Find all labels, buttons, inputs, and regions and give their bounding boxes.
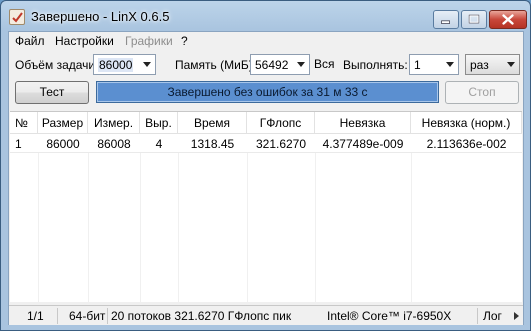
cell-index: 1 <box>15 137 22 151</box>
title-bar[interactable]: Завершено - LinX 0.6.5 <box>1 1 530 31</box>
memory-combo[interactable]: 56492 <box>250 54 310 75</box>
grid-line <box>247 153 248 302</box>
cell-residual: 4.377489e-009 <box>322 137 404 151</box>
cell-size: 86000 <box>46 137 80 151</box>
problem-size-value: 86000 <box>98 58 134 72</box>
close-button[interactable] <box>489 10 527 29</box>
window-title: Завершено - LinX 0.6.5 <box>31 9 170 24</box>
table-row[interactable]: 1 86000 86008 4 1318.45 321.6270 4.37748… <box>10 135 522 153</box>
dropdown-arrow-icon[interactable] <box>503 55 519 74</box>
minimize-icon <box>441 20 450 24</box>
log-arrow-icon[interactable] <box>514 312 519 320</box>
app-icon <box>9 9 25 25</box>
log-button[interactable]: Лог <box>483 309 502 323</box>
grid-line <box>140 153 141 302</box>
memory-value: 56492 <box>255 58 289 72</box>
minimize-button[interactable] <box>433 10 459 29</box>
problem-size-combo[interactable]: 86000 <box>93 54 156 75</box>
dropdown-arrow-icon[interactable] <box>293 55 309 74</box>
menu-file[interactable]: Файл <box>15 34 45 48</box>
status-cpu: Intel® Core™ i7-6950X <box>327 309 452 323</box>
column-header[interactable]: Невязка (норм.) <box>411 112 522 134</box>
maximize-button[interactable] <box>461 10 487 29</box>
column-header[interactable]: № <box>10 112 38 134</box>
grid-line <box>178 153 179 302</box>
stop-button[interactable]: Стоп <box>445 81 519 104</box>
status-progress: 1/1 <box>27 309 44 323</box>
memory-label: Память (МиБ): <box>175 58 257 72</box>
status-bits: 64-бит <box>69 309 106 323</box>
close-icon <box>502 14 514 25</box>
grid-line <box>88 153 89 302</box>
menu-bar: Файл Настройки Графики ? <box>9 32 523 50</box>
status-separator <box>477 308 478 324</box>
grid-line <box>411 153 412 302</box>
progress-bar: Завершено без ошибок за 31 м 33 с <box>96 81 439 103</box>
menu-graphs[interactable]: Графики <box>125 34 173 48</box>
column-header[interactable]: Невязка <box>315 112 411 134</box>
results-table: № Размер Измер. Выр. Время ГФлопс Невязк… <box>10 111 522 302</box>
dropdown-arrow-icon[interactable] <box>139 55 155 74</box>
column-header[interactable]: ГФлопс <box>247 112 315 134</box>
status-separator <box>107 308 108 324</box>
run-unit-combo[interactable]: раз <box>465 54 520 75</box>
cell-gflops: 321.6270 <box>255 137 307 151</box>
run-unit-value: раз <box>470 58 489 72</box>
run-label: Выполнять: <box>343 58 408 72</box>
column-header[interactable]: Выр. <box>140 112 178 134</box>
menu-settings[interactable]: Настройки <box>55 34 114 48</box>
client-area: Файл Настройки Графики ? Объём задачи: 8… <box>8 31 524 325</box>
grid-line <box>38 153 39 302</box>
problem-size-label: Объём задачи: <box>15 58 99 72</box>
memory-all-label: Вся <box>314 57 335 71</box>
status-threads-info: 20 потоков 321.6270 ГФлопс пик <box>111 309 292 323</box>
linx-window: Завершено - LinX 0.6.5 Файл Настройки Гр… <box>0 0 531 331</box>
cell-residual-norm: 2.113636e-002 <box>426 137 507 151</box>
cell-measured: 86008 <box>97 137 131 151</box>
column-header[interactable]: Время <box>178 112 247 134</box>
grid-line <box>315 153 316 302</box>
status-separator <box>57 308 58 324</box>
maximize-icon <box>468 14 480 24</box>
run-count-value: 1 <box>414 58 421 72</box>
table-header: № Размер Измер. Выр. Время ГФлопс Невязк… <box>10 112 522 134</box>
dropdown-arrow-icon[interactable] <box>442 55 458 74</box>
cell-alignment: 4 <box>155 137 163 151</box>
column-header[interactable]: Измер. <box>88 112 140 134</box>
column-header[interactable]: Размер <box>38 112 88 134</box>
cell-time: 1318.45 <box>190 137 235 151</box>
run-count-combo[interactable]: 1 <box>409 54 459 75</box>
status-bar: 1/1 64-бит 20 потоков 321.6270 ГФлопс пи… <box>9 305 523 325</box>
test-button[interactable]: Тест <box>15 81 89 104</box>
menu-help[interactable]: ? <box>181 34 188 48</box>
